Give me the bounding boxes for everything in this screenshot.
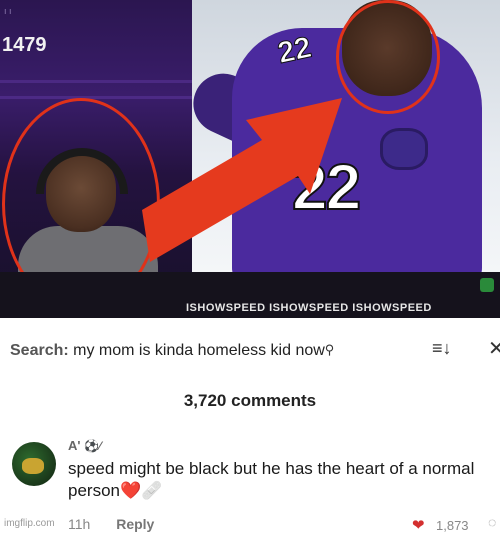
shoulder-number: 22 [274, 30, 315, 71]
comments-count: 3,720 comments [183, 391, 317, 410]
mending-heart-icon: ❤️🩹 [119, 481, 163, 500]
search-bar[interactable]: Search: my mom is kinda homeless kid now… [10, 342, 492, 362]
player-glove [380, 128, 428, 170]
brand-strip: ISHOWSPEED ISHOWSPEED ISHOWSPEED [0, 272, 500, 318]
corner-logo-icon [480, 278, 494, 292]
brand-strip-text: ISHOWSPEED ISHOWSPEED ISHOWSPEED [186, 302, 432, 314]
stream-screenshot: ı ı 1479 [0, 0, 192, 318]
imgflip-watermark: imgflip.com [4, 518, 55, 529]
user-badge-icon: ⚽⁄ [84, 439, 102, 453]
avatar[interactable] [12, 442, 56, 486]
search-label: Search: [10, 342, 69, 359]
reply-button[interactable]: Reply [116, 516, 154, 532]
username-text[interactable]: A' [68, 438, 80, 453]
comment-item: A' ⚽⁄ speed might be black but he has th… [0, 438, 500, 533]
red-circle-right [336, 0, 440, 114]
sort-icon[interactable]: ≡↓ [432, 338, 452, 359]
like-heart-icon[interactable]: ❤ [412, 516, 425, 533]
search-term[interactable]: my mom is kinda homeless kid now [73, 342, 325, 359]
meme-image: ı ı 1479 22 22 ISHOWSPEED ISHOWSPEED ISH… [0, 0, 500, 318]
stream-top-text: ı ı [4, 6, 12, 16]
comment-body: speed might be black but he has the hear… [68, 458, 488, 502]
comments-panel: Search: my mom is kinda homeless kid now… [0, 318, 500, 533]
more-options-icon[interactable]: ◌ [488, 514, 496, 530]
comment-meta: 11h Reply [68, 516, 154, 532]
comment-author[interactable]: A' ⚽⁄ [68, 438, 101, 453]
search-icon[interactable]: ⚲ [325, 342, 335, 357]
stream-decor-line [0, 80, 192, 83]
stream-decor-line [0, 96, 192, 99]
stream-viewer-count: 1479 [2, 34, 47, 56]
jersey-number: 22 [291, 150, 362, 224]
like-count: 1,873 [436, 518, 469, 533]
close-icon[interactable]: ✕ [488, 336, 500, 361]
comment-time: 11h [68, 516, 91, 532]
